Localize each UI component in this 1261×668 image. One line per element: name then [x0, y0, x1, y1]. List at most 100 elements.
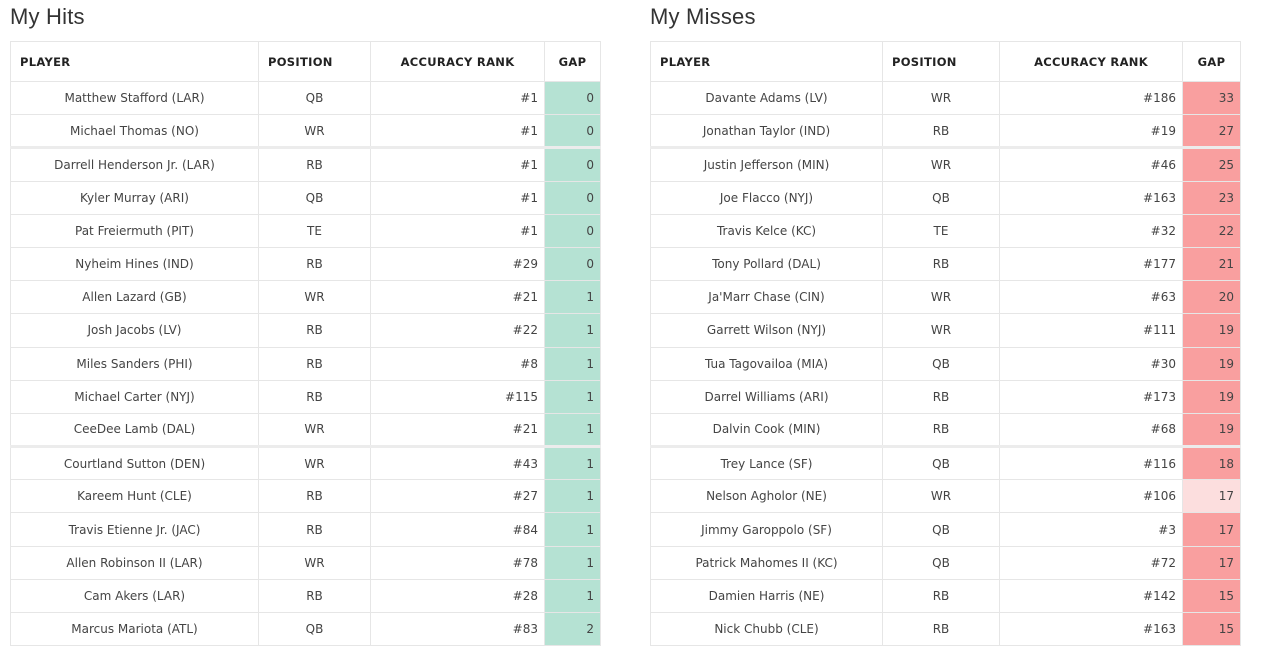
- column-header-position[interactable]: POSITION: [258, 41, 371, 82]
- player-cell: Ja'Marr Chase (CIN): [650, 280, 883, 315]
- player-cell: CeeDee Lamb (DAL): [10, 412, 259, 448]
- table-row: Travis Kelce (KC) TE #32 22: [650, 213, 1241, 248]
- gap-cell: 1: [544, 445, 601, 481]
- gap-cell: 19: [1182, 346, 1241, 381]
- table-row: Jonathan Taylor (IND) RB #19 27: [650, 114, 1241, 149]
- table-row: Dalvin Cook (MIN) RB #68 19: [650, 412, 1241, 448]
- position-cell: QB: [882, 180, 1000, 215]
- table-row: Ja'Marr Chase (CIN) WR #63 20: [650, 280, 1241, 315]
- gap-cell: 25: [1182, 146, 1241, 182]
- accuracy-rank-cell: #72: [999, 545, 1183, 580]
- position-cell: WR: [258, 412, 371, 448]
- position-cell: WR: [882, 313, 1000, 348]
- position-cell: RB: [882, 379, 1000, 414]
- accuracy-rank-cell: #3: [999, 512, 1183, 547]
- accuracy-rank-cell: #116: [999, 445, 1183, 481]
- position-cell: QB: [258, 611, 371, 647]
- player-cell: Garrett Wilson (NYJ): [650, 313, 883, 348]
- table-row: Michael Carter (NYJ) RB #115 1: [10, 379, 601, 414]
- player-cell: Nelson Agholor (NE): [650, 479, 883, 514]
- player-cell: Tua Tagovailoa (MIA): [650, 346, 883, 381]
- misses-table: PLAYER POSITION ACCURACY RANK GAP Davant…: [650, 41, 1241, 647]
- position-cell: RB: [258, 578, 371, 614]
- accuracy-rank-cell: #1: [370, 213, 545, 248]
- accuracy-rank-cell: #173: [999, 379, 1183, 414]
- column-header-player[interactable]: PLAYER: [650, 41, 883, 82]
- accuracy-rank-cell: #29: [370, 246, 545, 282]
- position-cell: RB: [258, 346, 371, 381]
- gap-cell: 0: [544, 213, 601, 248]
- gap-cell: 1: [544, 379, 601, 414]
- player-cell: Matthew Stafford (LAR): [10, 80, 259, 116]
- accuracy-rank-cell: #1: [370, 114, 545, 149]
- table-row: Travis Etienne Jr. (JAC) RB #84 1: [10, 512, 601, 547]
- position-cell: RB: [258, 313, 371, 348]
- player-cell: Miles Sanders (PHI): [10, 346, 259, 381]
- table-row: Allen Robinson II (LAR) WR #78 1: [10, 545, 601, 580]
- position-cell: RB: [882, 246, 1000, 282]
- table-row: Michael Thomas (NO) WR #1 0: [10, 114, 601, 149]
- position-cell: WR: [258, 445, 371, 481]
- player-cell: Jonathan Taylor (IND): [650, 114, 883, 149]
- position-cell: WR: [882, 280, 1000, 315]
- accuracy-rank-cell: #106: [999, 479, 1183, 514]
- gap-cell: 0: [544, 80, 601, 116]
- gap-cell: 1: [544, 512, 601, 547]
- table-row: CeeDee Lamb (DAL) WR #21 1: [10, 412, 601, 448]
- accuracy-rank-cell: #163: [999, 611, 1183, 647]
- hits-table-body: Matthew Stafford (LAR) QB #1 0 Michael Thoma…: [10, 80, 601, 647]
- player-cell: Davante Adams (LV): [650, 80, 883, 116]
- position-cell: QB: [258, 80, 371, 116]
- player-cell: Nick Chubb (CLE): [650, 611, 883, 647]
- position-cell: WR: [882, 80, 1000, 116]
- position-cell: RB: [882, 114, 1000, 149]
- table-row: Davante Adams (LV) WR #186 33: [650, 80, 1241, 116]
- position-cell: RB: [258, 479, 371, 514]
- column-header-player[interactable]: PLAYER: [10, 41, 259, 82]
- player-cell: Trey Lance (SF): [650, 445, 883, 481]
- table-row: Nyheim Hines (IND) RB #29 0: [10, 246, 601, 282]
- column-header-accuracy-rank[interactable]: ACCURACY RANK: [370, 41, 545, 82]
- table-row: Nelson Agholor (NE) WR #106 17: [650, 479, 1241, 514]
- accuracy-rank-cell: #84: [370, 512, 545, 547]
- accuracy-rank-cell: #27: [370, 479, 545, 514]
- column-header-gap[interactable]: GAP: [1182, 41, 1241, 82]
- player-cell: Josh Jacobs (LV): [10, 313, 259, 348]
- player-cell: Kareem Hunt (CLE): [10, 479, 259, 514]
- player-cell: Cam Akers (LAR): [10, 578, 259, 614]
- table-row: Darrel Williams (ARI) RB #173 19: [650, 379, 1241, 414]
- player-cell: Allen Robinson II (LAR): [10, 545, 259, 580]
- accuracy-rank-cell: #186: [999, 80, 1183, 116]
- column-header-position[interactable]: POSITION: [882, 41, 1000, 82]
- player-cell: Tony Pollard (DAL): [650, 246, 883, 282]
- position-cell: RB: [258, 246, 371, 282]
- gap-cell: 17: [1182, 512, 1241, 547]
- gap-cell: 33: [1182, 80, 1241, 116]
- player-cell: Dalvin Cook (MIN): [650, 412, 883, 448]
- gap-cell: 19: [1182, 379, 1241, 414]
- table-row: Patrick Mahomes II (KC) QB #72 17: [650, 545, 1241, 580]
- gap-cell: 2: [544, 611, 601, 647]
- player-cell: Allen Lazard (GB): [10, 280, 259, 315]
- gap-cell: 1: [544, 545, 601, 580]
- table-row: Pat Freiermuth (PIT) TE #1 0: [10, 213, 601, 248]
- player-cell: Nyheim Hines (IND): [10, 246, 259, 282]
- column-header-accuracy-rank[interactable]: ACCURACY RANK: [999, 41, 1183, 82]
- misses-header-row: PLAYER POSITION ACCURACY RANK GAP: [650, 41, 1241, 82]
- table-row: Tony Pollard (DAL) RB #177 21: [650, 246, 1241, 282]
- column-header-gap[interactable]: GAP: [544, 41, 601, 82]
- accuracy-rank-cell: #21: [370, 280, 545, 315]
- position-cell: WR: [258, 545, 371, 580]
- position-cell: WR: [882, 479, 1000, 514]
- gap-cell: 19: [1182, 313, 1241, 348]
- player-cell: Jimmy Garoppolo (SF): [650, 512, 883, 547]
- player-cell: Michael Carter (NYJ): [10, 379, 259, 414]
- player-cell: Joe Flacco (NYJ): [650, 180, 883, 215]
- table-row: Darrell Henderson Jr. (LAR) RB #1 0: [10, 146, 601, 182]
- table-row: Justin Jefferson (MIN) WR #46 25: [650, 146, 1241, 182]
- table-row: Courtland Sutton (DEN) WR #43 1: [10, 445, 601, 481]
- table-row: Allen Lazard (GB) WR #21 1: [10, 280, 601, 315]
- table-row: Nick Chubb (CLE) RB #163 15: [650, 611, 1241, 647]
- gap-cell: 1: [544, 578, 601, 614]
- gap-cell: 0: [544, 146, 601, 182]
